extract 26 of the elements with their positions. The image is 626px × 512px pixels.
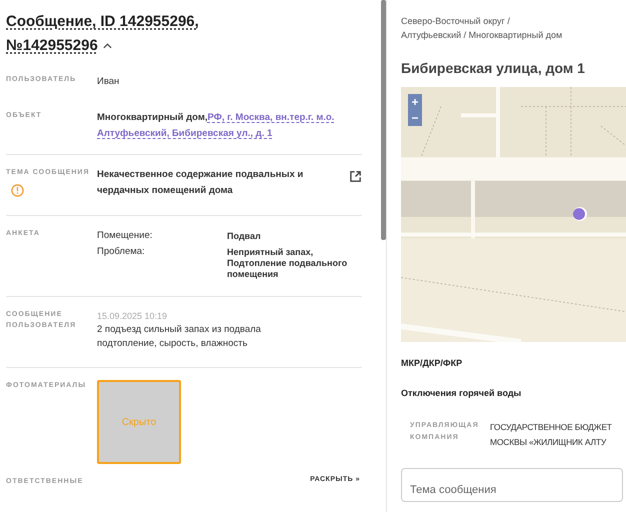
external-link-icon[interactable] — [349, 170, 362, 183]
message-text: 2 подъезд сильный запах из подвала — [97, 323, 261, 337]
address-link[interactable]: РФ, г. Москва, вн.тер.г. м.о. — [208, 112, 334, 123]
zoom-in-button[interactable]: + — [408, 94, 422, 110]
chevron-icon[interactable] — [102, 42, 112, 49]
section-heading: Отключения горячей воды — [401, 387, 522, 400]
address-title: Бибиревская улица, дом 1 — [401, 59, 585, 77]
object-type: Многоквартирный дом, — [97, 112, 208, 123]
user-name: Иван — [97, 75, 120, 89]
company-name: ГОСУДАРСТВЕННОЕ БЮДЖЕТ — [490, 421, 612, 434]
breadcrumb: Северо-Восточный округ / Алтуфьевский / Многоквартирный дом — [401, 15, 564, 42]
message-text: подтопление, сырость, влажность — [97, 337, 248, 351]
company-name: МОСКВЫ «ЖИЛИЩНИК АЛТУ — [490, 436, 608, 449]
zoom-out-button[interactable]: − — [408, 110, 422, 126]
scrollbar[interactable] — [381, 0, 386, 240]
survey-value: Подвал — [227, 230, 262, 243]
topic-input-field[interactable]: Тема сообщения — [401, 468, 623, 502]
survey-value: Неприятный запах, Подтопление подвального помещения — [227, 246, 348, 280]
topic-text: Некачественное содержание подвальных и чердачных помещений дома — [97, 168, 304, 198]
survey-key: Проблема: — [97, 244, 227, 280]
message-title: Сообщение, ID 142955296, — [6, 13, 199, 30]
message-date: 15.09.2025 10:19 — [97, 310, 168, 323]
address-link[interactable]: Алтуфьевский, Бибиревская ул., д. 1 — [97, 128, 272, 139]
section-heading: МКР/ДКР/ФКР — [401, 357, 462, 370]
message-title: №142955296 — [6, 37, 98, 54]
survey-key: Помещение: — [97, 228, 227, 244]
